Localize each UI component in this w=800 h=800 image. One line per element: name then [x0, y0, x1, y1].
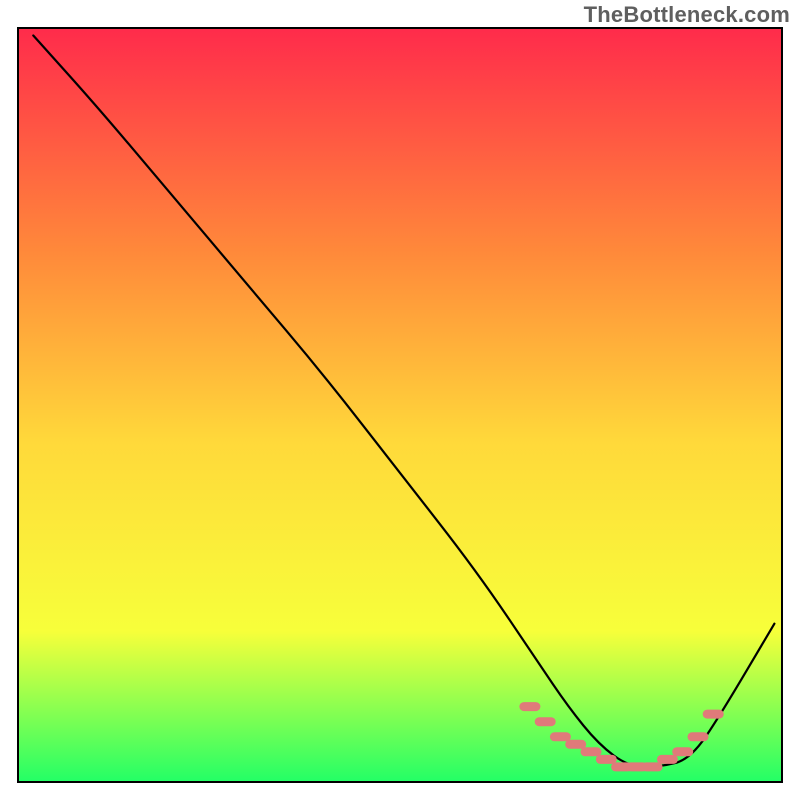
bottleneck-chart [0, 0, 800, 800]
plot-background [18, 28, 782, 782]
attribution-text: TheBottleneck.com [584, 2, 790, 28]
chart-stage: TheBottleneck.com [0, 0, 800, 800]
